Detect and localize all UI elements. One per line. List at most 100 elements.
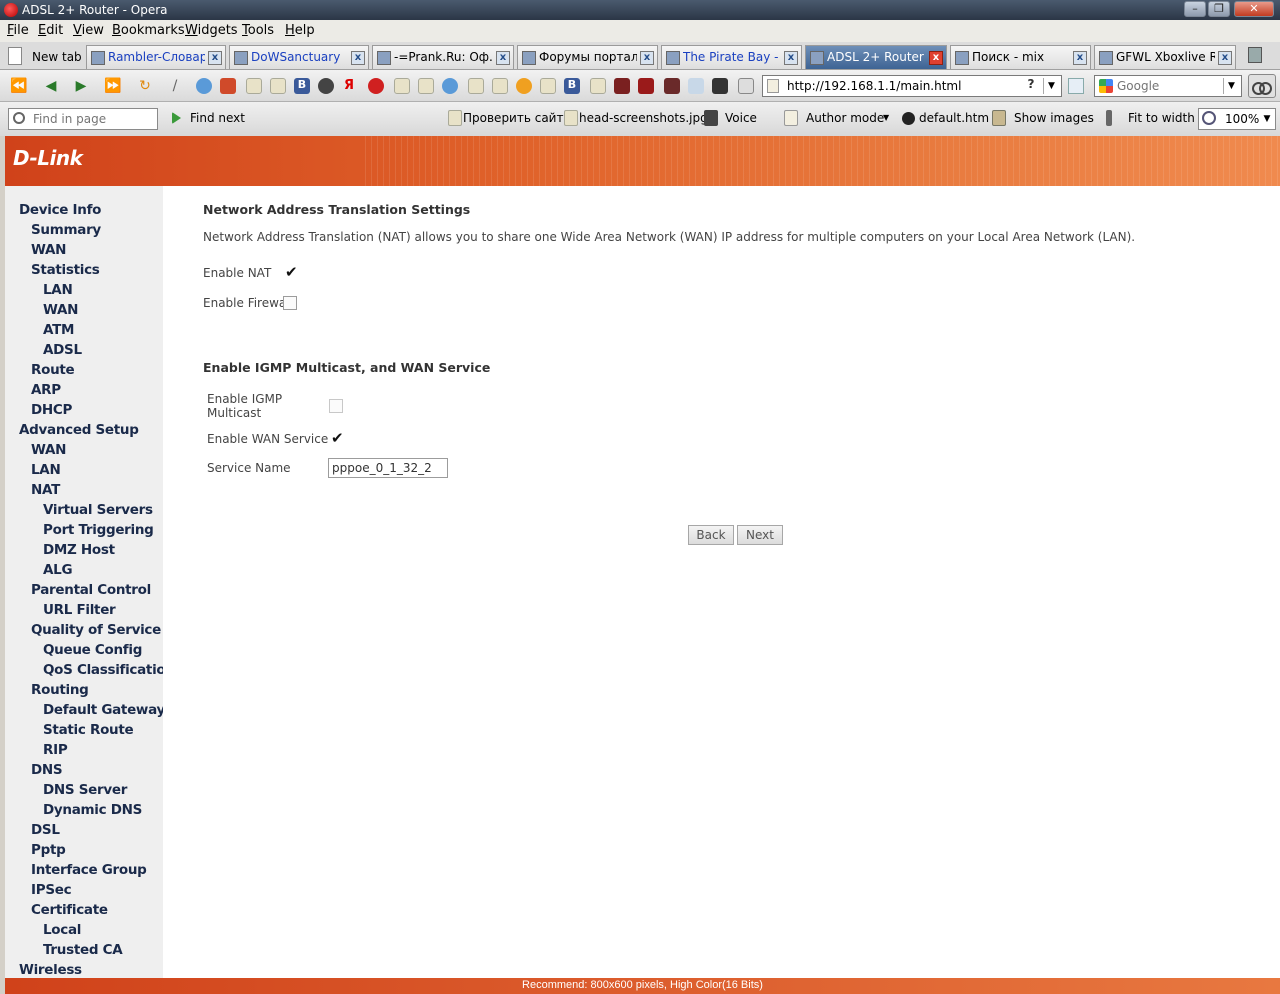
sidebar-item-dns-server[interactable]: DNS Server [43, 782, 127, 798]
chevron-down-icon[interactable]: ▼ [883, 113, 889, 122]
bookmark-icon[interactable] [394, 78, 410, 94]
fast-forward-icon[interactable]: ⏩ [104, 77, 122, 95]
sidebar-item-url-filter[interactable]: URL Filter [43, 602, 116, 618]
sidebar-item-dsl[interactable]: DSL [31, 822, 60, 838]
menu-edit[interactable]: Edit [38, 23, 63, 38]
bookmark-icon[interactable] [590, 78, 606, 94]
address-bar[interactable]: ? ▼ [762, 75, 1062, 97]
zoom-select[interactable]: 100% ▼ [1198, 108, 1276, 130]
sidebar-item-atm[interactable]: ATM [43, 322, 74, 338]
enable-igmp-checkbox[interactable] [329, 399, 343, 413]
tab-close-icon[interactable]: x [1218, 51, 1232, 65]
sidebar-item-dmz-host[interactable]: DMZ Host [43, 542, 115, 558]
sidebar-item-parental-control[interactable]: Parental Control [31, 582, 151, 598]
tab-forums[interactable]: Форумы портал... x [517, 45, 658, 69]
tab-poisk[interactable]: Поиск - mix x [950, 45, 1091, 69]
tab-close-icon[interactable]: x [496, 51, 510, 65]
bookmark-icon[interactable] [688, 78, 704, 94]
tab-dowsanctuary[interactable]: DoWSanctuary x [229, 45, 369, 69]
tab-close-icon[interactable]: x [208, 51, 222, 65]
sidebar-item-wireless[interactable]: Wireless [19, 962, 82, 978]
find-in-page-box[interactable] [8, 108, 158, 130]
back-button[interactable]: Back [688, 525, 734, 545]
next-button[interactable]: Next [737, 525, 783, 545]
reload-icon[interactable]: ↻ [136, 77, 154, 95]
sidebar-item-nat[interactable]: NAT [31, 482, 60, 498]
sidebar-item-lan[interactable]: LAN [31, 462, 61, 478]
sidebar-item-wan[interactable]: WAN [43, 302, 78, 318]
sidebar-item-pptp[interactable]: Pptp [31, 842, 66, 858]
sidebar-item-interface-group[interactable]: Interface Group [31, 862, 147, 878]
new-tab-button[interactable]: New tab [4, 45, 84, 69]
check-site-link[interactable]: Проверить сайт! [463, 111, 568, 125]
bookmark-icon[interactable] [540, 78, 556, 94]
sidebar-item-advanced-setup[interactable]: Advanced Setup [19, 422, 139, 438]
bookmark-icon[interactable] [220, 78, 236, 94]
tab-close-icon[interactable]: x [640, 51, 654, 65]
tab-close-icon[interactable]: x [1073, 51, 1087, 65]
menu-tools[interactable]: Tools [242, 23, 274, 38]
sidebar-item-statistics[interactable]: Statistics [31, 262, 100, 278]
yandex-icon[interactable]: Я [344, 78, 360, 94]
author-mode-button[interactable]: Author mode [806, 111, 884, 125]
forward-icon[interactable]: ▶ [72, 77, 90, 95]
enable-wan-service-checkbox[interactable] [330, 429, 344, 447]
site-info-icon[interactable]: ? [1023, 77, 1039, 95]
sidebar-item-routing[interactable]: Routing [31, 682, 89, 698]
rss-icon[interactable] [1068, 78, 1084, 94]
bookmark-icon[interactable] [270, 78, 286, 94]
address-input[interactable] [787, 78, 1017, 94]
bookmark-icon[interactable] [442, 78, 458, 94]
sidebar-item-rip[interactable]: RIP [43, 742, 68, 758]
tab-close-icon[interactable]: x [351, 51, 365, 65]
sidebar-item-default-gateway[interactable]: Default Gateway [43, 702, 163, 718]
bookmark-icon[interactable] [492, 78, 508, 94]
find-next-button[interactable]: Find next [190, 111, 245, 125]
sidebar-item-ipsec[interactable]: IPSec [31, 882, 72, 898]
chevron-down-icon[interactable]: ▼ [1260, 111, 1274, 127]
sidebar-item-dns[interactable]: DNS [31, 762, 63, 778]
back-icon[interactable]: ◀ [42, 77, 60, 95]
sidebar-item-alg[interactable]: ALG [43, 562, 73, 578]
sidebar-item-wan[interactable]: WAN [31, 442, 66, 458]
tab-close-icon[interactable]: x [784, 51, 798, 65]
bookmark-icon[interactable] [638, 78, 654, 94]
chevron-down-icon[interactable]: ▼ [1223, 78, 1239, 94]
edit-icon[interactable]: / [166, 77, 184, 95]
head-screenshots-link[interactable]: head-screenshots.jpg [579, 111, 708, 125]
minimize-button[interactable]: – [1184, 1, 1206, 17]
default-htm-link[interactable]: default.htm [919, 111, 989, 125]
search-box[interactable]: ▼ [1094, 75, 1242, 97]
sidebar-item-local[interactable]: Local [43, 922, 81, 938]
service-name-input[interactable] [328, 458, 448, 478]
bookmark-icon[interactable] [418, 78, 434, 94]
enable-firewall-checkbox[interactable] [283, 296, 297, 310]
tab-piratebay[interactable]: The Pirate Bay - ... x [661, 45, 802, 69]
bookmark-icon[interactable] [664, 78, 680, 94]
bookmark-icon[interactable] [318, 78, 334, 94]
menu-file[interactable]: File [7, 23, 29, 38]
sidebar-item-lan[interactable]: LAN [43, 282, 73, 298]
tab-gfwl[interactable]: GFWL Xboxlive R... x [1094, 45, 1236, 69]
menu-widgets[interactable]: Widgets [185, 23, 238, 38]
show-images-button[interactable]: Show images [1014, 111, 1094, 125]
bookmark-icon[interactable] [516, 78, 532, 94]
bookmark-icon[interactable] [712, 78, 728, 94]
sidebar-item-dynamic-dns[interactable]: Dynamic DNS [43, 802, 142, 818]
bookmark-icon[interactable]: B [294, 78, 310, 94]
menu-help[interactable]: Help [285, 23, 315, 38]
trash-icon[interactable] [1248, 47, 1262, 63]
menu-bookmarks[interactable]: Bookmarks [112, 23, 185, 38]
bookmark-icon[interactable] [614, 78, 630, 94]
sidebar-item-certificate[interactable]: Certificate [31, 902, 108, 918]
glasses-icon[interactable] [1248, 74, 1276, 98]
chevron-down-icon[interactable]: ▼ [1043, 78, 1059, 94]
sidebar-item-quality-of-service[interactable]: Quality of Service [31, 622, 161, 638]
bookmark-icon[interactable] [368, 78, 384, 94]
sidebar-item-wan[interactable]: WAN [31, 242, 66, 258]
tab-close-icon[interactable]: x [929, 51, 943, 65]
fit-to-width-button[interactable]: Fit to width [1128, 111, 1195, 125]
sidebar-item-port-triggering[interactable]: Port Triggering [43, 522, 154, 538]
sidebar-item-device-info[interactable]: Device Info [19, 202, 101, 218]
enable-nat-checkbox[interactable] [284, 263, 298, 281]
